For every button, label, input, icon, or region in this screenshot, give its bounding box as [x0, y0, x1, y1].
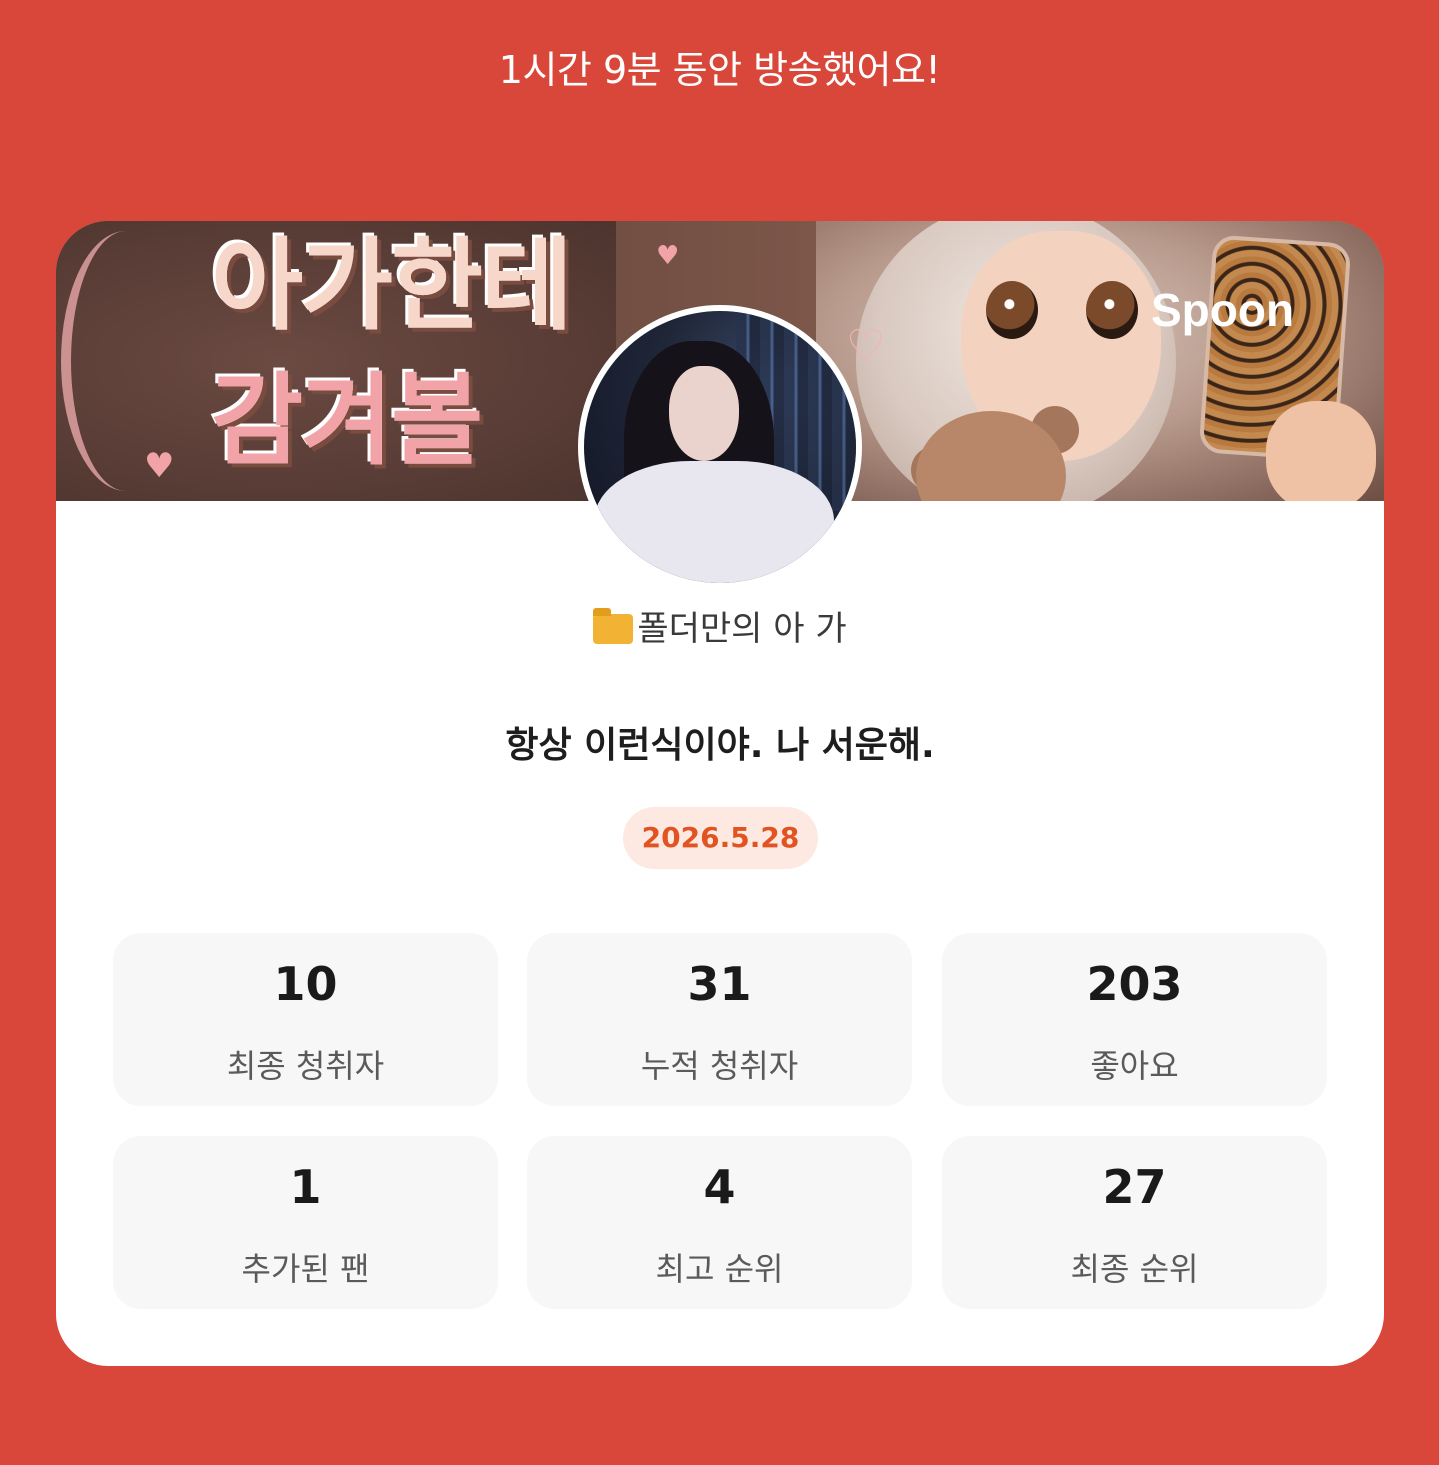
stat-value: 31 — [687, 957, 752, 1011]
stat-likes: 203 좋아요 — [942, 933, 1327, 1106]
stat-label: 좋아요 — [1090, 1047, 1179, 1085]
avatar[interactable] — [584, 311, 856, 583]
avatar-body — [594, 461, 834, 583]
broadcast-date-badge: 2026.5.28 — [623, 807, 818, 869]
character-eye — [986, 281, 1038, 339]
heart-icon: ♥ — [144, 446, 175, 486]
stat-label: 누적 청취자 — [640, 1047, 799, 1085]
avatar-face — [669, 366, 739, 461]
stat-highest-rank: 4 최고 순위 — [527, 1136, 912, 1309]
stat-value: 27 — [1102, 1160, 1167, 1214]
broadcast-title: 항상 이런식이야. 나 서운해. — [505, 725, 935, 766]
stat-final-listeners: 10 최종 청취자 — [113, 933, 498, 1106]
stat-label: 최고 순위 — [655, 1250, 784, 1288]
stat-value: 10 — [273, 957, 338, 1011]
stat-label: 추가된 팬 — [241, 1250, 370, 1288]
stat-total-listeners: 31 누적 청취자 — [527, 933, 912, 1106]
broadcast-duration-headline: 1시간 9분 동안 방송했어요! — [498, 48, 941, 92]
stat-final-rank: 27 최종 순위 — [942, 1136, 1327, 1309]
spoon-logo: Spoon — [1151, 284, 1295, 336]
stat-value: 1 — [289, 1160, 322, 1214]
dj-nickname-text: 폴더만의 아 가 — [637, 609, 847, 649]
broadcast-summary-card: ♥ ♥ 아가한테 감겨볼 ♡ Spoon 폴더만의 아 가 항상 이런식이야. … — [56, 221, 1384, 1366]
stat-label: 최종 청취자 — [226, 1047, 385, 1085]
dj-nickname[interactable]: 폴더만의 아 가 — [56, 601, 1384, 650]
stat-value: 203 — [1086, 957, 1183, 1011]
stat-value: 4 — [703, 1160, 736, 1214]
stat-label: 최종 순위 — [1070, 1250, 1199, 1288]
stat-new-fans: 1 추가된 팬 — [113, 1136, 498, 1309]
character-eye — [1086, 281, 1138, 339]
folder-icon — [593, 608, 634, 644]
character-hand — [1266, 401, 1376, 501]
